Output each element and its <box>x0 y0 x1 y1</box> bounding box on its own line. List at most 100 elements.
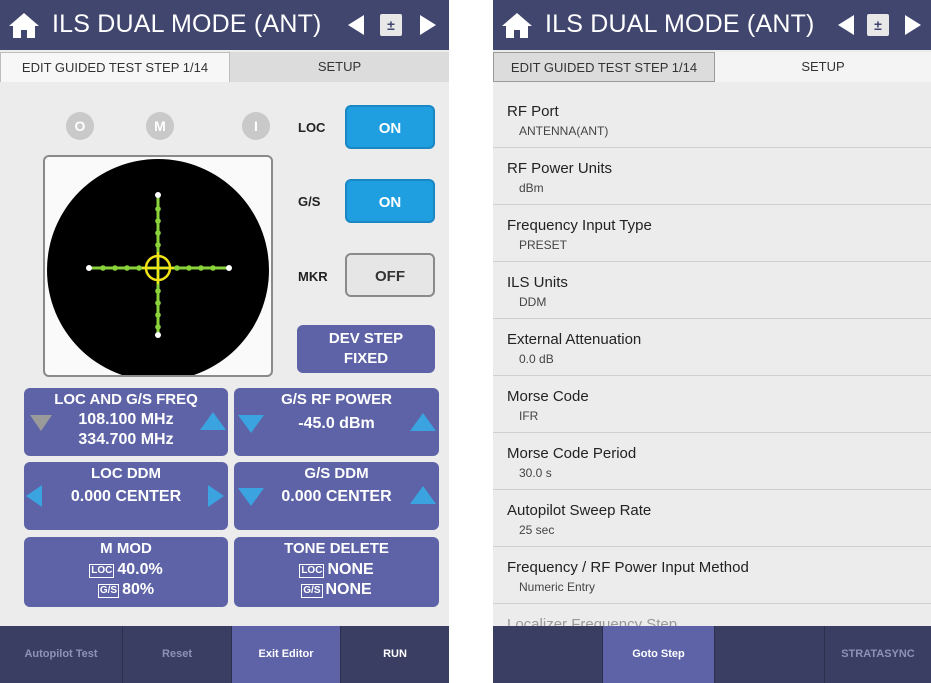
dev-step-label: DEV STEP <box>328 330 404 347</box>
deviation-display <box>47 159 269 381</box>
setting-value: Numeric Entry <box>519 580 596 594</box>
setting-value: ANTENNA(ANT) <box>519 124 609 138</box>
m-mod-gs-row: G/S 80% <box>24 580 228 599</box>
gs-rf-power-button[interactable]: G/S RF POWER -45.0 dBm <box>234 388 439 456</box>
tab-bar: EDIT GUIDED TEST STEP 1/14 SETUP <box>0 52 449 82</box>
setting-input-method[interactable]: Frequency / RF Power Input Method Numeri… <box>493 548 931 604</box>
gs-ddm-button[interactable]: G/S DDM 0.000 CENTER <box>234 462 439 530</box>
exit-editor-button[interactable]: Exit Editor <box>232 626 341 683</box>
rf-power-up-arrow-icon[interactable] <box>410 413 436 431</box>
setting-label: RF Power Units <box>507 160 613 177</box>
gs-toggle-button[interactable]: ON <box>345 179 435 223</box>
freq-down-arrow-icon[interactable] <box>30 415 52 431</box>
home-icon[interactable] <box>501 11 533 39</box>
gs-tag-icon: G/S <box>97 584 120 598</box>
loc-tag-icon: LOC <box>89 564 115 578</box>
setting-value: 25 sec <box>519 523 555 537</box>
next-arrow-icon[interactable] <box>420 15 436 35</box>
bottom-action-bar: Autopilot Test Reset Exit Editor RUN <box>0 626 449 683</box>
setting-ils-units[interactable]: ILS Units DDM <box>493 263 931 319</box>
course-deviation-indicator <box>43 155 273 381</box>
setting-value: DDM <box>519 295 547 309</box>
tab-bar: EDIT GUIDED TEST STEP 1/14 SETUP <box>493 52 931 82</box>
loc-ddm-label: LOC DDM <box>91 465 161 482</box>
setting-label: Autopilot Sweep Rate <box>507 502 652 519</box>
gs-rf-power-label: G/S RF POWER <box>281 391 392 408</box>
loc-ddm-right-arrow-icon[interactable] <box>208 485 224 507</box>
page-title: ILS DUAL MODE (ANT) <box>52 10 322 38</box>
gs-switch-label: G/S <box>298 194 321 209</box>
gs-freq-value: 334.700 MHz <box>78 431 174 448</box>
title-bar: ILS DUAL MODE (ANT) ± <box>493 0 931 50</box>
mkr-toggle-button[interactable]: OFF <box>345 253 435 297</box>
mkr-switch-label: MKR <box>298 269 328 284</box>
stratasync-button[interactable]: STRATASYNC <box>825 626 931 683</box>
gs-ddm-value: 0.000 CENTER <box>281 488 392 505</box>
tone-delete-loc-row: LOC NONE <box>234 560 439 579</box>
title-bar: ILS DUAL MODE (ANT) ± <box>0 0 449 50</box>
setting-label: ILS Units <box>507 274 568 291</box>
autopilot-test-button[interactable]: Autopilot Test <box>0 626 123 683</box>
tab-edit-guided-test-step[interactable]: EDIT GUIDED TEST STEP 1/14 <box>493 52 715 82</box>
run-button[interactable]: RUN <box>341 626 449 683</box>
loc-gs-freq-button[interactable]: LOC AND G/S FREQ 108.100 MHz 334.700 MHz <box>24 388 228 456</box>
dev-step-button[interactable]: DEV STEP FIXED <box>297 325 435 373</box>
loc-ddm-value: 0.000 CENTER <box>70 488 182 505</box>
middle-marker-indicator: M <box>146 112 174 140</box>
tab-setup[interactable]: SETUP <box>230 52 449 82</box>
tab-setup[interactable]: SETUP <box>715 52 931 82</box>
setting-value: 30.0 s <box>519 466 552 480</box>
setting-value: dBm <box>519 181 544 195</box>
setting-frequency-input-type[interactable]: Frequency Input Type PRESET <box>493 206 931 262</box>
loc-ddm-left-arrow-icon[interactable] <box>26 485 42 507</box>
page-title: ILS DUAL MODE (ANT) <box>545 10 815 38</box>
inner-marker-indicator: I <box>242 112 270 140</box>
loc-tag-icon: LOC <box>299 564 325 578</box>
gs-ddm-up-arrow-icon[interactable] <box>410 486 436 504</box>
gs-ddm-down-arrow-icon[interactable] <box>238 488 264 506</box>
dev-step-value: FIXED <box>343 350 389 367</box>
outer-marker-indicator: O <box>66 112 94 140</box>
m-mod-button[interactable]: M MOD LOC 40.0% G/S 80% <box>24 537 228 607</box>
setting-label: Morse Code <box>507 388 589 405</box>
m-mod-loc-value: 40.0% <box>117 561 163 578</box>
setting-rf-port[interactable]: RF Port ANTENNA(ANT) <box>493 92 931 148</box>
next-arrow-icon[interactable] <box>905 15 921 35</box>
setting-label: RF Port <box>507 103 559 120</box>
reset-button[interactable]: Reset <box>123 626 232 683</box>
guided-test-editor-panel: ILS DUAL MODE (ANT) ± EDIT GUIDED TEST S… <box>0 0 449 683</box>
setting-morse-code-period[interactable]: Morse Code Period 30.0 s <box>493 434 931 490</box>
loc-freq-value: 108.100 MHz <box>78 411 174 428</box>
gs-rf-power-value: -45.0 dBm <box>298 415 375 432</box>
freq-up-arrow-icon[interactable] <box>200 412 226 430</box>
loc-ddm-button[interactable]: LOC DDM 0.000 CENTER <box>24 462 228 530</box>
tone-delete-button[interactable]: TONE DELETE LOC NONE G/S NONE <box>234 537 439 607</box>
tab-edit-guided-test-step[interactable]: EDIT GUIDED TEST STEP 1/14 <box>0 52 230 82</box>
plus-minus-icon[interactable]: ± <box>380 14 402 36</box>
loc-switch-label: LOC <box>298 120 326 135</box>
setting-label: External Attenuation <box>507 331 642 348</box>
loc-toggle-button[interactable]: ON <box>345 105 435 149</box>
m-mod-loc-row: LOC 40.0% <box>24 560 228 579</box>
setting-label: Frequency Input Type <box>507 217 652 234</box>
bottom-button-3[interactable] <box>715 626 825 683</box>
setting-rf-power-units[interactable]: RF Power Units dBm <box>493 149 931 205</box>
setting-value: PRESET <box>519 238 568 252</box>
gs-tag-icon: G/S <box>301 584 323 598</box>
setting-autopilot-sweep-rate[interactable]: Autopilot Sweep Rate 25 sec <box>493 491 931 547</box>
previous-arrow-icon[interactable] <box>348 15 364 35</box>
rf-power-down-arrow-icon[interactable] <box>238 415 264 433</box>
bottom-button-1[interactable] <box>493 626 603 683</box>
tone-delete-label: TONE DELETE <box>284 540 389 557</box>
goto-step-button[interactable]: Goto Step <box>603 626 715 683</box>
plus-minus-icon[interactable]: ± <box>867 14 889 36</box>
gs-ddm-label: G/S DDM <box>304 465 369 482</box>
previous-arrow-icon[interactable] <box>838 15 854 35</box>
setting-morse-code[interactable]: Morse Code IFR <box>493 377 931 433</box>
home-icon[interactable] <box>8 11 40 39</box>
setting-external-attenuation[interactable]: External Attenuation 0.0 dB <box>493 320 931 376</box>
setting-label: Morse Code Period <box>507 445 637 462</box>
tone-delete-gs-value: NONE <box>325 581 372 598</box>
tone-delete-loc-value: NONE <box>327 561 374 578</box>
bottom-action-bar: Goto Step STRATASYNC <box>493 626 931 683</box>
